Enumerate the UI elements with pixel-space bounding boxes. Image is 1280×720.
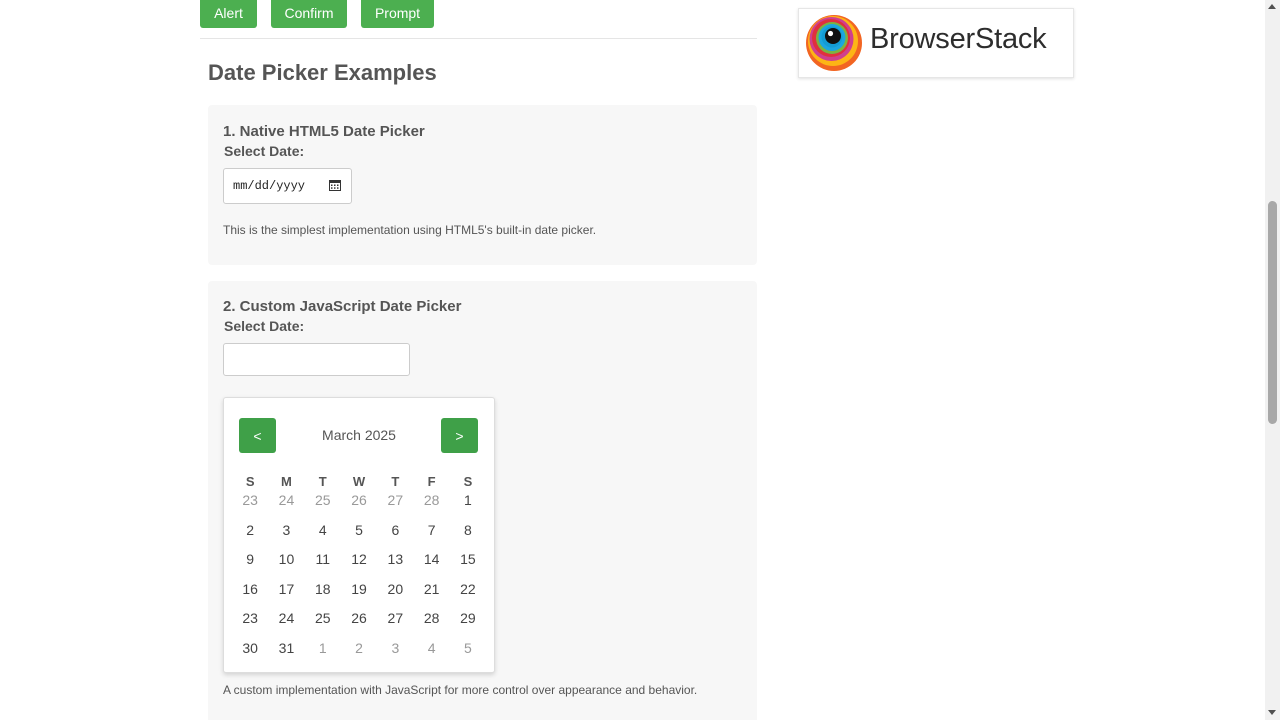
custom-date-label: Select Date: — [224, 318, 305, 334]
calendar-day[interactable]: 1 — [450, 490, 486, 520]
scroll-thumb[interactable] — [1268, 201, 1277, 424]
scroll-up-arrow-icon[interactable] — [1268, 4, 1276, 9]
calendar-day-other-month[interactable]: 3 — [377, 638, 413, 668]
calendar-day-other-month[interactable]: 27 — [377, 490, 413, 520]
calendar-week-row: 16 17 18 19 20 21 22 — [232, 579, 486, 609]
weekday-label: T — [318, 474, 327, 489]
calendar-day[interactable]: 19 — [341, 579, 377, 609]
native-heading: 1. Native HTML5 Date Picker — [223, 123, 425, 140]
next-month-button[interactable]: > — [441, 418, 478, 453]
calendar-day-other-month[interactable]: 5 — [450, 638, 486, 668]
calendar-day[interactable]: 25 — [305, 608, 341, 638]
calendar-day[interactable]: 14 — [413, 549, 449, 579]
custom-date-picker-card: 2. Custom JavaScript Date Picker Select … — [208, 281, 757, 720]
calendar-day[interactable]: 27 — [377, 608, 413, 638]
calendar-day[interactable]: 13 — [377, 549, 413, 579]
native-date-picker-card: 1. Native HTML5 Date Picker Select Date:… — [208, 105, 757, 265]
calendar-day-other-month[interactable]: 23 — [232, 490, 268, 520]
prompt-button[interactable]: Prompt — [361, 0, 434, 28]
calendar-week-row: 2345678 — [232, 520, 486, 550]
scroll-down-arrow-icon[interactable] — [1268, 710, 1276, 715]
native-date-label: Select Date: — [224, 143, 305, 159]
calendar-day[interactable]: 2 — [232, 520, 268, 550]
calendar-day[interactable]: 30 — [232, 638, 268, 668]
calendar-day-other-month[interactable]: 28 — [413, 490, 449, 520]
calendar-day[interactable]: 4 — [305, 520, 341, 550]
calendar-day[interactable]: 16 — [232, 579, 268, 609]
calendar-week-row: 9 10 11 12 13 14 15 — [232, 549, 486, 579]
calendar-day[interactable]: 6 — [377, 520, 413, 550]
calendar-day-other-month[interactable]: 24 — [268, 490, 304, 520]
sponsor-logo[interactable]: BrowserStack — [798, 8, 1074, 78]
calendar-day-other-month[interactable]: 26 — [341, 490, 377, 520]
browserstack-logo-icon — [806, 15, 862, 71]
calendar-week-row: 23 24 25 26 27 28 29 — [232, 608, 486, 638]
custom-date-input[interactable] — [223, 343, 410, 376]
calendar-day[interactable]: 5 — [341, 520, 377, 550]
calendar-day[interactable]: 15 — [450, 549, 486, 579]
sponsor-name: BrowserStack — [870, 23, 1047, 55]
calendar-day[interactable]: 3 — [268, 520, 304, 550]
weekday-label: M — [281, 474, 292, 489]
weekday-label: W — [352, 474, 366, 489]
alert-button[interactable]: Alert — [200, 0, 257, 28]
confirm-button[interactable]: Confirm — [271, 0, 347, 28]
calendar-icon[interactable] — [329, 179, 341, 191]
native-description: This is the simplest implementation usin… — [223, 223, 597, 237]
calendar-day-other-month[interactable]: 25 — [305, 490, 341, 520]
calendar-day[interactable]: 22 — [450, 579, 486, 609]
calendar-week-row: 23 24 25 26 27 28 1 — [232, 490, 486, 520]
calendar-day[interactable]: 21 — [413, 579, 449, 609]
calendar-day[interactable]: 29 — [450, 608, 486, 638]
custom-heading: 2. Custom JavaScript Date Picker — [223, 298, 462, 315]
weekday-label: F — [427, 474, 436, 489]
page: Alert Confirm Prompt BrowserStack Date P… — [0, 0, 1280, 720]
weekday-label: S — [245, 474, 255, 489]
calendar-popup: < March 2025 > S M T W T F S 23 24 25 26 27 2… — [223, 397, 495, 673]
calendar-day[interactable]: 12 — [341, 549, 377, 579]
calendar-days: 23 24 25 26 27 28 1 2 3 4 5 6 7 8 9 10 11 12 13 14 15 16 17 18 1… — [232, 490, 486, 667]
page-title: Date Picker Examples — [208, 60, 437, 85]
calendar-day[interactable]: 23 — [232, 608, 268, 638]
calendar-day[interactable]: 18 — [305, 579, 341, 609]
dialog-buttons: Alert Confirm Prompt — [200, 0, 434, 28]
calendar-grid: S M T W T F S 23 24 25 26 27 28 1 2 3 4 5 6 7 8 9 10 11 1… — [232, 474, 486, 667]
divider — [200, 38, 757, 39]
custom-description: A custom implementation with JavaScript … — [223, 683, 698, 697]
calendar-day[interactable]: 8 — [450, 520, 486, 550]
calendar-day[interactable]: 31 — [268, 638, 304, 668]
calendar-day-other-month[interactable]: 1 — [305, 638, 341, 668]
calendar-day[interactable]: 20 — [377, 579, 413, 609]
date-placeholder: mm/dd/yyyy — [233, 179, 306, 193]
calendar-day-other-month[interactable]: 4 — [413, 638, 449, 668]
calendar-day[interactable]: 10 — [268, 549, 304, 579]
calendar-day[interactable]: 9 — [232, 549, 268, 579]
weekday-header: S M T W T F S — [232, 474, 486, 490]
calendar-day-other-month[interactable]: 2 — [341, 638, 377, 668]
calendar-day[interactable]: 11 — [305, 549, 341, 579]
native-date-input[interactable]: mm/dd/yyyy — [223, 168, 352, 204]
weekday-label: S — [463, 474, 473, 489]
vertical-scrollbar[interactable] — [1265, 0, 1280, 720]
calendar-day[interactable]: 7 — [413, 520, 449, 550]
calendar-day[interactable]: 17 — [268, 579, 304, 609]
calendar-week-row: 30 31 1 2 3 4 5 — [232, 638, 486, 668]
calendar-day[interactable]: 26 — [341, 608, 377, 638]
weekday-label: T — [391, 474, 400, 489]
calendar-day[interactable]: 24 — [268, 608, 304, 638]
calendar-day[interactable]: 28 — [413, 608, 449, 638]
